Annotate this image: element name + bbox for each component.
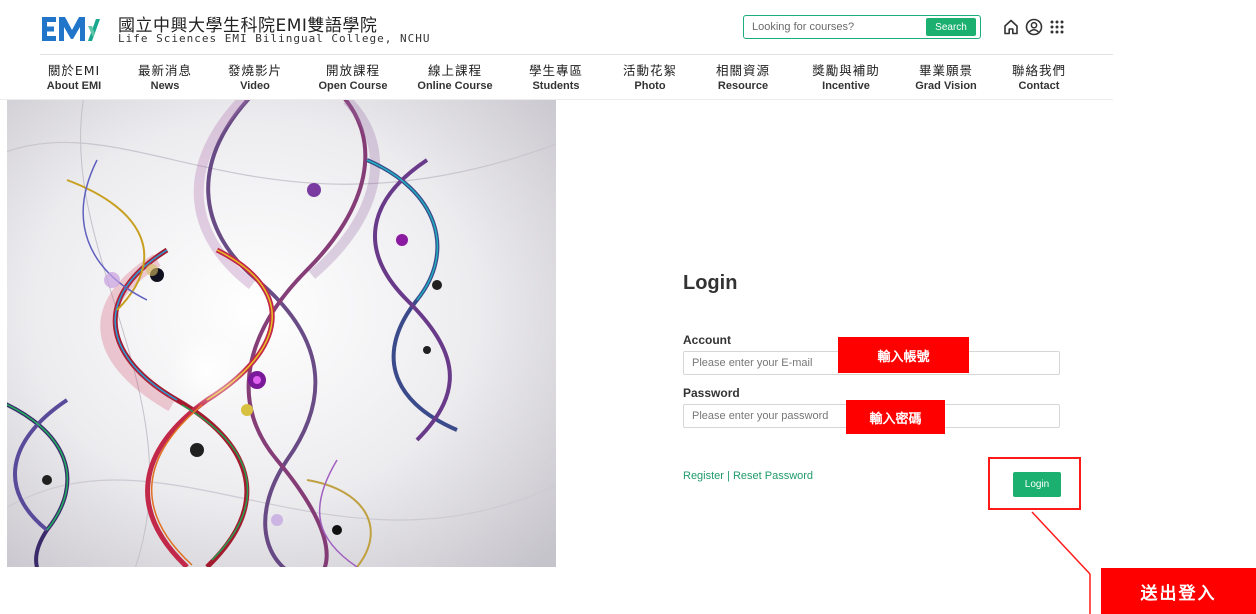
nav-label-en: Open Course <box>318 80 388 92</box>
menu-dots-icon[interactable] <box>1047 17 1067 37</box>
login-title: Login <box>683 272 738 294</box>
nav-item-grad-vision[interactable]: 畢業願景 Grad Vision <box>908 63 984 93</box>
nav-label-en: Resource <box>717 80 769 92</box>
reset-password-link[interactable]: Reset Password <box>733 470 813 482</box>
nav-label-en: News <box>150 80 180 92</box>
login-highlight-frame <box>988 457 1081 510</box>
register-link[interactable]: Register <box>683 470 724 482</box>
nav-label-en: Grad Vision <box>915 80 977 92</box>
nav-label-en: About EMI <box>46 80 102 92</box>
nav-label-en: Contact <box>1018 80 1060 92</box>
nav-label-zh: 畢業願景 <box>918 63 973 78</box>
nav-label-en: Online Course <box>417 80 493 92</box>
nav-label-en: Photo <box>634 80 666 92</box>
search-input[interactable] <box>752 16 922 38</box>
annotation-pointer-line <box>1031 511 1091 614</box>
nav-item-contact[interactable]: 聯絡我們 Contact <box>1001 63 1077 93</box>
submit-annotation: 送出登入 <box>1101 568 1256 614</box>
home-icon[interactable] <box>1001 17 1021 37</box>
account-annotation: 輸入帳號 <box>838 337 969 373</box>
auth-links: Register | Reset Password <box>683 470 813 482</box>
nav-label-zh: 關於EMI <box>47 63 101 78</box>
nav-item-photo[interactable]: 活動花絮 Photo <box>612 63 688 93</box>
nav-item-news[interactable]: 最新消息 News <box>127 63 203 93</box>
nav-label-en: Students <box>532 80 580 92</box>
nav-item-about-emi[interactable]: 關於EMI About EMI <box>36 63 112 93</box>
nav-label-zh: 發燒影片 <box>227 63 282 78</box>
nav-label-zh: 開放課程 <box>325 63 380 78</box>
nav-label-en: Incentive <box>822 80 870 92</box>
dna-hero-image <box>7 100 556 567</box>
nav-label-zh: 聯絡我們 <box>1011 63 1066 78</box>
header-divider <box>40 54 1113 55</box>
nav-label-zh: 最新消息 <box>137 63 192 78</box>
nav-label-zh: 線上課程 <box>427 63 482 78</box>
nav-item-students[interactable]: 學生專區 Students <box>518 63 594 93</box>
nav-label-zh: 獎勵與補助 <box>812 63 880 78</box>
main-nav: 關於EMI About EMI 最新消息 News 發燒影片 Video 開放課程 Op… <box>36 63 1116 95</box>
nav-item-incentive[interactable]: 獎勵與補助 Incentive <box>804 63 888 93</box>
site-title-english: Life Sciences EMI Bilingual College, NCH… <box>118 32 431 45</box>
nav-item-resource[interactable]: 相關資源 Resource <box>705 63 781 93</box>
search-box: Search <box>743 15 981 39</box>
nav-label-en: Video <box>240 80 270 92</box>
nav-label-zh: 相關資源 <box>715 63 770 78</box>
search-button[interactable]: Search <box>926 18 976 36</box>
link-separator: | <box>727 470 730 482</box>
nav-label-zh: 學生專區 <box>528 63 583 78</box>
password-label: Password <box>683 386 740 400</box>
nav-item-video[interactable]: 發燒影片 Video <box>217 63 293 93</box>
nav-item-open-course[interactable]: 開放課程 Open Course <box>315 63 391 93</box>
nav-item-online-course[interactable]: 線上課程 Online Course <box>417 63 493 93</box>
user-icon[interactable] <box>1024 17 1044 37</box>
account-label: Account <box>683 333 731 347</box>
emi-logo[interactable] <box>42 13 102 45</box>
nav-label-zh: 活動花絮 <box>622 63 677 78</box>
password-annotation: 輸入密碼 <box>846 400 945 434</box>
